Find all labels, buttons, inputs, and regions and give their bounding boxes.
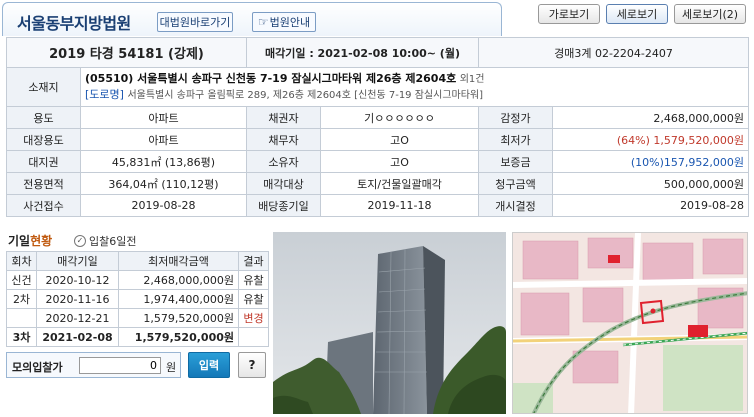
history-header-date: 매각기일 [36, 251, 119, 271]
table-row: 3차 2021-02-08 1,579,520,000원 [6, 327, 269, 347]
minimum-price-label: 최저가 [478, 128, 553, 151]
minimum-price-value: (64%) 1,579,520,000원 [552, 128, 749, 151]
round: 3차 [6, 327, 37, 347]
road-address: 서울특별시 송파구 올림픽로 289, 제26층 제2604호 [신천동 7-1… [127, 90, 484, 101]
claim-amount-label: 청구금액 [478, 172, 553, 195]
sale-target-label: 매각대상 [246, 172, 321, 195]
dividend-deadline-label: 배당종기일 [246, 194, 321, 217]
building-photo-image [273, 232, 506, 414]
appraisal-value: 2,468,000,000원 [552, 106, 749, 129]
register-usage-label: 대장용도 [6, 128, 81, 151]
register-usage-value: 아파트 [80, 128, 247, 151]
history-title: 기일현황 [8, 232, 52, 249]
address-extra: 외1건 [459, 74, 485, 85]
portrait-view-button[interactable]: 세로보기 [606, 4, 668, 24]
result: 변경 [238, 308, 269, 328]
history-table: 회차 매각기일 최저매각금액 결과 신건 2020-10-12 2,468,00… [6, 251, 269, 347]
history-title-b: 현황 [30, 234, 53, 248]
commencement-value: 2019-08-28 [552, 194, 749, 217]
date: 2021-02-08 [36, 327, 119, 347]
date: 2020-11-16 [36, 289, 119, 309]
department-contact: 경매3계 02-2204-2407 [478, 37, 749, 68]
price: 2,468,000,000원 [118, 270, 239, 290]
bid-days-label: 입찰6일전 [89, 235, 137, 248]
mock-bid-submit-button[interactable]: 입력 [188, 352, 230, 378]
road-name-tag: [도로명] [85, 88, 124, 101]
case-receipt-label: 사건접수 [6, 194, 81, 217]
mock-bid-label: 모의입찰가 [12, 361, 63, 374]
court-guide-label: 법원안내 [269, 16, 311, 29]
table-row: 2020-12-21 1,579,520,000원 변경 [6, 308, 269, 328]
location-map[interactable] [512, 232, 748, 414]
address-label: 소재지 [6, 67, 81, 107]
bid-countdown: ✓ 입찰6일전 [74, 233, 136, 249]
round: 2차 [6, 289, 37, 309]
landscape-view-button[interactable]: 가로보기 [538, 4, 600, 24]
case-receipt-value: 2019-08-28 [80, 194, 247, 217]
date: 2020-10-12 [36, 270, 119, 290]
exclusive-area-value: 364,04㎡ (110,12평) [80, 172, 247, 195]
mock-bid-unit: 원 [166, 361, 177, 374]
round [6, 308, 37, 328]
usage-value: 아파트 [80, 106, 247, 129]
location-map-image [513, 233, 747, 413]
dividend-deadline-value: 2019-11-18 [320, 194, 479, 217]
court-guide-button[interactable]: ☞ 법원안내 [252, 12, 316, 32]
claim-amount-value: 500,000,000원 [552, 172, 749, 195]
round: 신건 [6, 270, 37, 290]
debtor-label: 채무자 [246, 128, 321, 151]
price: 1,579,520,000원 [118, 327, 239, 347]
pointing-hand-icon: ☞ [257, 15, 269, 29]
history-header-price: 최저매각금액 [118, 251, 239, 271]
address-main: (05510) 서울특별시 송파구 신천동 7-19 잠실시그마타워 제26층 … [85, 72, 457, 85]
supreme-court-button[interactable]: 대법원바로가기 [157, 12, 233, 32]
history-header-result: 결과 [238, 251, 269, 271]
history-title-a: 기일 [8, 234, 31, 248]
sale-date: 매각기일 : 2021-02-08 10:00~ (월) [246, 37, 479, 68]
sale-target-value: 토지/건물일괄매각 [320, 172, 479, 195]
court-name: 서울동부지방법원 [17, 14, 131, 33]
result: 유찰 [238, 289, 269, 309]
creditor-value: 기ㅇㅇㅇㅇㅇㅇ [320, 106, 479, 129]
price: 1,579,520,000원 [118, 308, 239, 328]
deposit-value: (10%)157,952,000원 [552, 150, 749, 173]
portrait2-view-button[interactable]: 세로보기(2) [674, 4, 746, 24]
price: 1,974,400,000원 [118, 289, 239, 309]
result [238, 327, 269, 347]
court-header: 서울동부지방법원 대법원바로가기 ☞ 법원안내 [2, 2, 502, 36]
building-photo[interactable] [273, 232, 506, 414]
mock-bid-box: 모의입찰가 원 [6, 352, 181, 378]
table-row: 2차 2020-11-16 1,974,400,000원 유찰 [6, 289, 269, 309]
land-right-label: 대지권 [6, 150, 81, 173]
check-circle-icon: ✓ [74, 235, 86, 247]
address-cell: (05510) 서울특별시 송파구 신천동 7-19 잠실시그마타워 제26층 … [80, 67, 749, 107]
mock-bid-help-button[interactable]: ? [238, 352, 266, 378]
result: 유찰 [238, 270, 269, 290]
creditor-label: 채권자 [246, 106, 321, 129]
table-row: 신건 2020-10-12 2,468,000,000원 유찰 [6, 270, 269, 290]
owner-value: 고O [320, 150, 479, 173]
case-info-table: 2019 타경 54181 (강제) 매각기일 : 2021-02-08 10:… [6, 37, 749, 217]
history-header-round: 회차 [6, 251, 37, 271]
land-right-value: 45,831㎡ (13,86평) [80, 150, 247, 173]
owner-label: 소유자 [246, 150, 321, 173]
deposit-label: 보증금 [478, 150, 553, 173]
commencement-label: 개시결정 [478, 194, 553, 217]
appraisal-label: 감정가 [478, 106, 553, 129]
case-number: 2019 타경 54181 (강제) [6, 37, 247, 68]
exclusive-area-label: 전용면적 [6, 172, 81, 195]
date: 2020-12-21 [36, 308, 119, 328]
usage-label: 용도 [6, 106, 81, 129]
mock-bid-input[interactable] [79, 357, 161, 374]
debtor-value: 고O [320, 128, 479, 151]
